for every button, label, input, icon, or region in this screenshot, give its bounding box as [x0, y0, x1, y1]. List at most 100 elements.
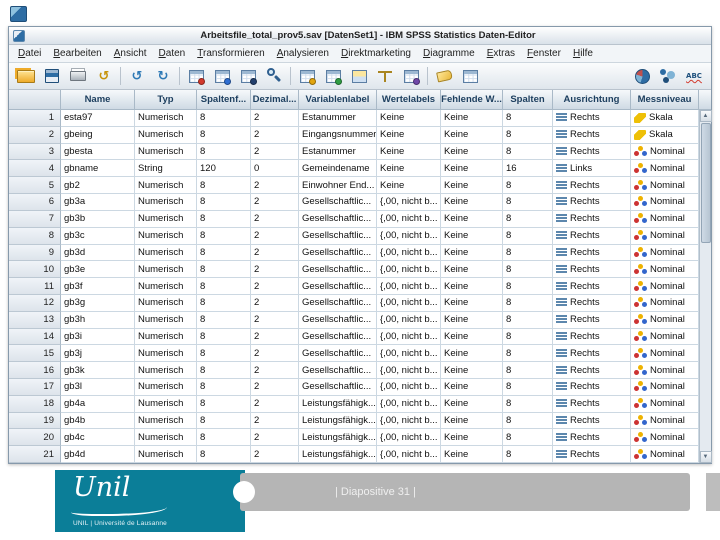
- cell-label[interactable]: Gesellschaftlic...: [299, 194, 377, 211]
- cell-wertelabels[interactable]: {,00, nicht b...: [377, 311, 441, 329]
- cell-label[interactable]: Gesellschaftlic...: [299, 278, 377, 295]
- open-file-icon[interactable]: [14, 65, 38, 87]
- cell-breite[interactable]: 8: [197, 126, 251, 144]
- cell-fehlende[interactable]: Keine: [441, 143, 503, 161]
- cell-num[interactable]: 15: [9, 345, 61, 363]
- cell-ausrichtung[interactable]: Rechts: [553, 278, 631, 295]
- cell-wertelabels[interactable]: Keine: [377, 126, 441, 144]
- cell-ausrichtung[interactable]: Rechts: [553, 446, 631, 464]
- cell-dezimale[interactable]: 2: [251, 143, 299, 161]
- cell-messniveau[interactable]: Nominal: [631, 429, 699, 447]
- cell-num[interactable]: 6: [9, 194, 61, 211]
- menu-datei[interactable]: Datei: [12, 47, 47, 60]
- cell-num[interactable]: 20: [9, 429, 61, 447]
- cell-dezimale[interactable]: 2: [251, 294, 299, 312]
- cell-dezimale[interactable]: 2: [251, 412, 299, 430]
- use-variable-sets-icon[interactable]: [458, 65, 482, 87]
- spelling-icon[interactable]: ABC: [682, 65, 706, 87]
- cell-label[interactable]: Leistungsfähigk...: [299, 429, 377, 447]
- weight-cases-icon[interactable]: [373, 65, 397, 87]
- cell-label[interactable]: Leistungsfähigk...: [299, 395, 377, 413]
- cell-breite[interactable]: 8: [197, 328, 251, 346]
- cell-breite[interactable]: 120: [197, 160, 251, 178]
- cell-num[interactable]: 3: [9, 143, 61, 161]
- cell-label[interactable]: Gesellschaftlic...: [299, 261, 377, 279]
- cell-label[interactable]: Einwohner End...: [299, 177, 377, 195]
- cell-breite[interactable]: 8: [197, 345, 251, 363]
- cell-breite[interactable]: 8: [197, 194, 251, 211]
- cell-messniveau[interactable]: Nominal: [631, 194, 699, 211]
- cell-typ[interactable]: Numerisch: [135, 227, 197, 245]
- cell-messniveau[interactable]: Nominal: [631, 395, 699, 413]
- cell-dezimale[interactable]: 2: [251, 126, 299, 144]
- menu-fenster[interactable]: Fenster: [521, 47, 567, 60]
- cell-label[interactable]: Gesellschaftlic...: [299, 210, 377, 228]
- undo-icon[interactable]: ↺: [125, 65, 149, 87]
- cell-messniveau[interactable]: Nominal: [631, 143, 699, 161]
- cell-wertelabels[interactable]: {,00, nicht b...: [377, 446, 441, 464]
- bubble-chart-icon[interactable]: [656, 65, 680, 87]
- cell-messniveau[interactable]: Nominal: [631, 379, 699, 396]
- cell-spalten[interactable]: 8: [503, 379, 553, 396]
- cell-label[interactable]: Gesellschaftlic...: [299, 244, 377, 262]
- cell-typ[interactable]: Numerisch: [135, 379, 197, 396]
- cell-messniveau[interactable]: Nominal: [631, 177, 699, 195]
- cell-wertelabels[interactable]: {,00, nicht b...: [377, 210, 441, 228]
- cell-typ[interactable]: Numerisch: [135, 294, 197, 312]
- cell-num[interactable]: 21: [9, 446, 61, 464]
- cell-dezimale[interactable]: 2: [251, 395, 299, 413]
- cell-dezimale[interactable]: 2: [251, 429, 299, 447]
- redo-icon[interactable]: ↻: [151, 65, 175, 87]
- cell-ausrichtung[interactable]: Rechts: [553, 244, 631, 262]
- cell-breite[interactable]: 8: [197, 294, 251, 312]
- cell-wertelabels[interactable]: Keine: [377, 143, 441, 161]
- cell-spalten[interactable]: 8: [503, 143, 553, 161]
- cell-typ[interactable]: Numerisch: [135, 261, 197, 279]
- cell-wertelabels[interactable]: {,00, nicht b...: [377, 328, 441, 346]
- menu-hilfe[interactable]: Hilfe: [567, 47, 599, 60]
- cell-wertelabels[interactable]: {,00, nicht b...: [377, 278, 441, 295]
- window-menu-icon[interactable]: [13, 29, 25, 42]
- cell-breite[interactable]: 8: [197, 177, 251, 195]
- cell-name[interactable]: esta97: [61, 110, 135, 127]
- cell-wertelabels[interactable]: {,00, nicht b...: [377, 395, 441, 413]
- cell-messniveau[interactable]: Nominal: [631, 311, 699, 329]
- cell-dezimale[interactable]: 2: [251, 345, 299, 363]
- cell-name[interactable]: gb3a: [61, 194, 135, 211]
- cell-typ[interactable]: Numerisch: [135, 278, 197, 295]
- cell-typ[interactable]: Numerisch: [135, 328, 197, 346]
- menu-transformieren[interactable]: Transformieren: [191, 47, 270, 60]
- cell-fehlende[interactable]: Keine: [441, 429, 503, 447]
- cell-typ[interactable]: Numerisch: [135, 110, 197, 127]
- cell-dezimale[interactable]: 2: [251, 278, 299, 295]
- cell-spalten[interactable]: 16: [503, 160, 553, 178]
- cell-num[interactable]: 8: [9, 227, 61, 245]
- cell-fehlende[interactable]: Keine: [441, 126, 503, 144]
- cell-label[interactable]: Estanummer: [299, 110, 377, 127]
- cell-ausrichtung[interactable]: Rechts: [553, 362, 631, 379]
- cell-name[interactable]: gb3l: [61, 379, 135, 396]
- cell-label[interactable]: Gesellschaftlic...: [299, 294, 377, 312]
- cell-typ[interactable]: Numerisch: [135, 412, 197, 430]
- cell-fehlende[interactable]: Keine: [441, 227, 503, 245]
- vertical-scrollbar[interactable]: ▲ ▼: [699, 110, 712, 463]
- cell-fehlende[interactable]: Keine: [441, 160, 503, 178]
- cell-breite[interactable]: 8: [197, 395, 251, 413]
- cell-fehlende[interactable]: Keine: [441, 446, 503, 464]
- cell-label[interactable]: Gemeindename: [299, 160, 377, 178]
- cell-breite[interactable]: 8: [197, 311, 251, 329]
- cell-ausrichtung[interactable]: Rechts: [553, 379, 631, 396]
- cell-name[interactable]: gbeing: [61, 126, 135, 144]
- cell-fehlende[interactable]: Keine: [441, 261, 503, 279]
- cell-dezimale[interactable]: 2: [251, 446, 299, 464]
- cell-fehlende[interactable]: Keine: [441, 395, 503, 413]
- save-icon[interactable]: [40, 65, 64, 87]
- cell-dezimale[interactable]: 2: [251, 362, 299, 379]
- cell-fehlende[interactable]: Keine: [441, 379, 503, 396]
- cell-label[interactable]: Gesellschaftlic...: [299, 328, 377, 346]
- cell-num[interactable]: 2: [9, 126, 61, 144]
- cell-fehlende[interactable]: Keine: [441, 110, 503, 127]
- cell-messniveau[interactable]: Nominal: [631, 278, 699, 295]
- cell-spalten[interactable]: 8: [503, 227, 553, 245]
- cell-name[interactable]: gb3g: [61, 294, 135, 312]
